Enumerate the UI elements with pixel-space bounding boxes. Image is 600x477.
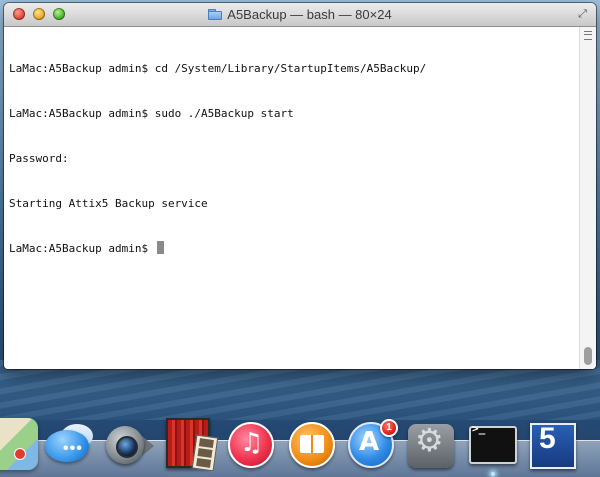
music-note-icon: ♫ [240,428,264,458]
typing-dots-icon: ••• [63,440,83,457]
scrollbar-thumb[interactable] [584,347,592,365]
window-title: A5Backup — bash — 80×24 [227,7,392,22]
folder-icon [208,9,223,20]
messages-icon[interactable]: ••• [43,418,95,470]
terminal-prompt-line[interactable]: LaMac:A5Backup admin$ [9,241,575,256]
camera-lens-icon [116,436,138,458]
terminal-output[interactable]: LaMac:A5Backup admin$ cd /System/Library… [4,27,580,369]
facetime-icon[interactable] [104,418,156,470]
gear-icon: ⚙ [415,421,444,459]
five-glyph: 5 [539,422,556,455]
vertical-scrollbar[interactable] [579,27,596,369]
terminal-line: LaMac:A5Backup admin$ sudo ./A5Backup st… [9,107,294,120]
terminal-line: LaMac:A5Backup admin$ cd /System/Library… [9,62,427,75]
text-cursor [156,241,164,254]
itunes-icon[interactable]: ♫ [226,418,278,470]
window-titlebar[interactable]: A5Backup — bash — 80×24 ⤢ [4,3,596,27]
map-pin-icon [14,448,26,460]
system-preferences-icon[interactable]: ⚙ [406,418,458,470]
five-icon[interactable]: 5 [527,418,579,470]
terminal-prompt-glyph: >_ [472,422,486,435]
terminal-line: Starting Attix5 Backup service [9,197,208,210]
photo-strip-icon [191,434,219,472]
terminal-icon[interactable]: >_ [467,418,519,470]
terminal-prompt: LaMac:A5Backup admin$ [9,242,155,255]
open-book-icon [300,435,324,453]
desktop-wallpaper [0,360,600,420]
maps-icon[interactable] [0,418,38,470]
fullscreen-arrows-icon[interactable]: ⤢ [576,8,589,21]
terminal-line: Password: [9,152,69,165]
app-store-a-icon: A [359,427,380,457]
notification-badge: 1 [380,419,398,437]
window-title-group: A5Backup — bash — 80×24 [4,3,596,26]
photo-booth-icon[interactable] [164,416,219,472]
terminal-window[interactable]: A5Backup — bash — 80×24 ⤢ LaMac:A5Backup… [4,3,596,369]
split-pane-icon[interactable] [584,31,592,40]
ibooks-icon[interactable] [287,418,339,470]
app-store-icon[interactable]: A 1 [346,418,398,470]
terminal-running-indicator [491,472,495,476]
